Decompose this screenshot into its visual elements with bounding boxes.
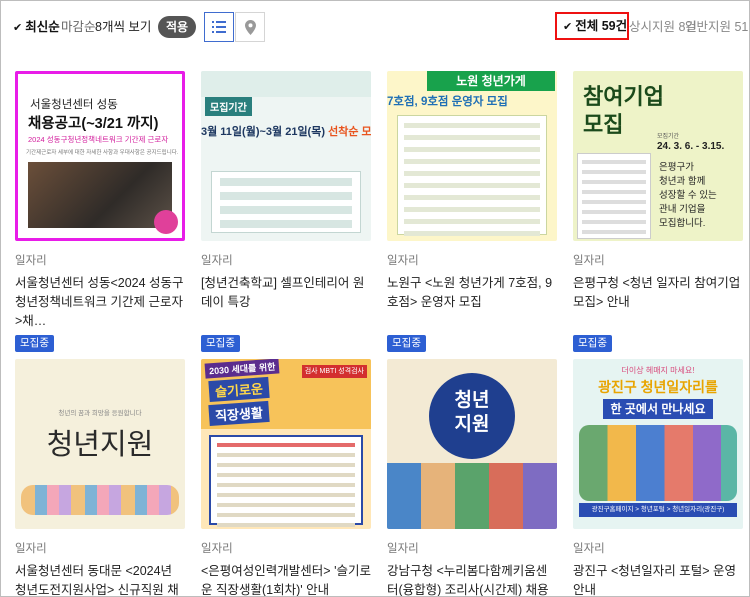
status-badge: 모집중 [573,335,612,352]
thumb-text: 모집기간 [657,134,680,140]
thumb-date: 24. 3. 6. - 3.15. [657,141,725,152]
status-badge: 모집중 [201,335,240,352]
item-title[interactable]: [청년건축학교] 셀프인테리어 원데이 특강 [201,274,371,331]
category-label: 일자리 [15,255,47,267]
item-title[interactable]: 노원구 <노원 청년가게 7호점, 9호점> 운영자 모집 [387,274,557,331]
thumb-text: 모집기간 [205,97,252,116]
list-item[interactable]: 서울청년센터 성동 채용공고(~3/21 까지) 2024 성동구청년정책네트워… [15,71,185,352]
thumb-text: 광진구 청년일자리를 [598,379,718,395]
status-badge: 모집중 [15,335,54,352]
thumb-text: 청년의 꿈과 희망을 응원합니다 [58,410,142,417]
category-label: 일자리 [387,543,419,555]
thumb-text: 광진구홈페이지 > 청년포털 > 청년일자리(광진구) [579,503,737,517]
list-item[interactable]: 모집기간 3월 11일(월)~3월 21일(목) 선착순 모집 일자리 [청년건… [201,71,371,352]
thumbnail-image[interactable]: 서울청년센터 성동 채용공고(~3/21 까지) 2024 성동구청년정책네트워… [15,71,185,241]
category-label: 일자리 [201,255,233,267]
thumbnail-image[interactable]: 노원 청년가게 7호점, 9호점 운영자 모집 [387,71,557,241]
thumbnail-image[interactable]: 청년의 꿈과 희망을 응원합니다 청년지원 [15,359,185,529]
list-view-button[interactable] [204,12,234,42]
thumb-text: 채용공고(~3/21 까지) [28,116,159,132]
list-item[interactable]: 참여기업 모집 모집기간 24. 3. 6. - 3.15. 은평구가 청년과 … [573,71,743,352]
thumb-text: 2024 성동구청년정책네트워크 기간제 근로자 [28,135,169,144]
list-item[interactable]: 더이상 헤매지 마세요! 광진구 청년일자리를 한 곳에서 만나세요 광진구홈페… [573,359,743,596]
item-title[interactable]: <은평여성인력개발센터> '슬기로운 직장생활(1회차)' 안내 [201,562,371,596]
list-item[interactable]: 2030 세대를 위한 슬기로운 직장생활 검사 MBTI 성격검사 일자리 <… [201,359,371,596]
category-label: 일자리 [15,543,47,555]
category-label: 일자리 [201,543,233,555]
thumb-text: 기간제근로자 세부에 대한 자세한 사항과 우대사항은 공지드립니다. [26,150,179,156]
list-toolbar: ✔최신순 마감순 8개씩 보기▼ 적용 ✔전체 59건 상시지원 8건 일반지원… [1,1,749,53]
header-band [201,71,371,97]
thumb-text: 서울청년센터 성동 [30,99,118,111]
list-item[interactable]: 노원 청년가게 7호점, 9호점 운영자 모집 일자리 노원구 <노원 청년가게… [387,71,557,352]
document-preview [397,115,547,236]
item-title[interactable]: 은평구청 <청년 일자리 참여기업 모집> 안내 [573,274,743,331]
sort-latest-label: 최신순 [25,20,60,34]
category-label: 일자리 [573,255,605,267]
schedule-table [211,171,361,233]
people-illustration [21,485,179,515]
thumbnail-image[interactable]: 모집기간 3월 11일(월)~3월 21일(목) 선착순 모집 [201,71,371,241]
people-illustration [387,463,557,529]
logo-stamp [154,210,178,234]
thumb-text: 청년 지원 [454,390,490,435]
apply-button[interactable]: 적용 [158,16,196,38]
page-frame: ✔최신순 마감순 8개씩 보기▼ 적용 ✔전체 59건 상시지원 8건 일반지원… [0,0,750,597]
thumb-text: 슬기로운 [208,376,270,403]
sort-latest-option[interactable]: ✔ 최신순 [13,19,60,36]
checkmark-icon: ✔ [13,22,23,34]
document-preview [209,435,363,527]
map-pin-icon [244,19,256,35]
per-page-label: 8개씩 보기 [95,20,152,34]
filter-all-label: 전체 59건 [575,19,628,33]
thumbnail-image[interactable]: 2030 세대를 위한 슬기로운 직장생활 검사 MBTI 성격검사 [201,359,371,529]
thumb-text: 노원 청년가게 [427,71,555,91]
thumb-text: 7호점, 9호점 운영자 모집 [387,96,508,108]
thumb-text: 은평구가 청년과 함께 성장할 수 있는 관내 기업을 모집합니다. [659,162,717,229]
thumb-badge: 검사 MBTI 성격검사 [301,365,367,378]
thumb-text: 참여기업 모집 [583,84,664,137]
people-illustration [579,425,737,501]
category-label: 일자리 [387,255,419,267]
thumbnail-image[interactable]: 청년 지원 [387,359,557,529]
item-title[interactable]: 광진구 <청년일자리 포털> 운영 안내 [573,562,743,596]
sort-deadline-option[interactable]: 마감순 [61,19,96,35]
checkmark-icon: ✔ [563,21,573,33]
filter-all-option[interactable]: ✔ 전체 59건 [555,12,629,40]
item-title[interactable]: 강남구청 <누리봄다함께키움센터(융합형) 조리사(시간제) 채용 재공… [387,562,557,596]
document-preview [577,153,651,239]
thumb-text: 청년지원 [46,427,154,461]
desk-photo [28,162,172,228]
list-item[interactable]: 청년 지원 일자리 강남구청 <누리봄다함께키움센터(융합형) 조리사(시간제)… [387,359,557,596]
thumb-text: 한 곳에서 만나세요 [603,399,713,419]
per-page-select[interactable]: 8개씩 보기▼ [95,19,165,37]
thumbnail-image[interactable]: 참여기업 모집 모집기간 24. 3. 6. - 3.15. 은평구가 청년과 … [573,71,743,241]
thumb-date: 3월 11일(월)~3월 21일(목) 선착순 모집 [201,126,371,138]
item-title[interactable]: 서울청년센터 성동<2024 성동구청년정책네트워크 기간제 근로자>채… [15,274,185,331]
list-icon [212,21,226,33]
list-item[interactable]: 청년의 꿈과 희망을 응원합니다 청년지원 일자리 서울청년센터 동대문 <20… [15,359,185,596]
filter-general-option[interactable]: 일반지원 51건 [685,19,749,35]
map-view-button[interactable] [235,12,265,42]
thumb-text: 더이상 헤매지 마세요! [621,366,695,375]
category-label: 일자리 [573,543,605,555]
item-title[interactable]: 서울청년센터 동대문 <2024년 청년도전지원사업> 신규직원 채용 공고 [15,562,185,596]
status-badge: 모집중 [387,335,426,352]
thumb-text: 직장생활 [208,400,270,427]
thumbnail-image[interactable]: 더이상 헤매지 마세요! 광진구 청년일자리를 한 곳에서 만나세요 광진구홈페… [573,359,743,529]
